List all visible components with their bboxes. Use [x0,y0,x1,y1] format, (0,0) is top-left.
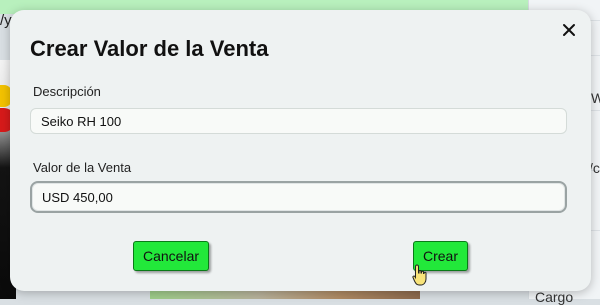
close-button[interactable] [559,20,579,40]
dialog-title: Crear Valor de la Venta [30,36,269,61]
background-side-text: W [591,90,600,106]
descripcion-input[interactable] [30,108,567,134]
hand-pointer-icon [412,264,427,286]
background-photo [150,291,420,299]
valor-label: Valor de la Venta [33,160,132,175]
crear-valor-dialog: Crear Valor de la Venta Descripción Valo… [10,10,591,291]
valor-input[interactable] [30,181,567,213]
background-side-text: Cargo [535,289,574,305]
close-icon [563,24,575,36]
descripcion-label: Descripción [33,84,101,99]
cancel-button[interactable]: Cancelar [133,241,210,271]
